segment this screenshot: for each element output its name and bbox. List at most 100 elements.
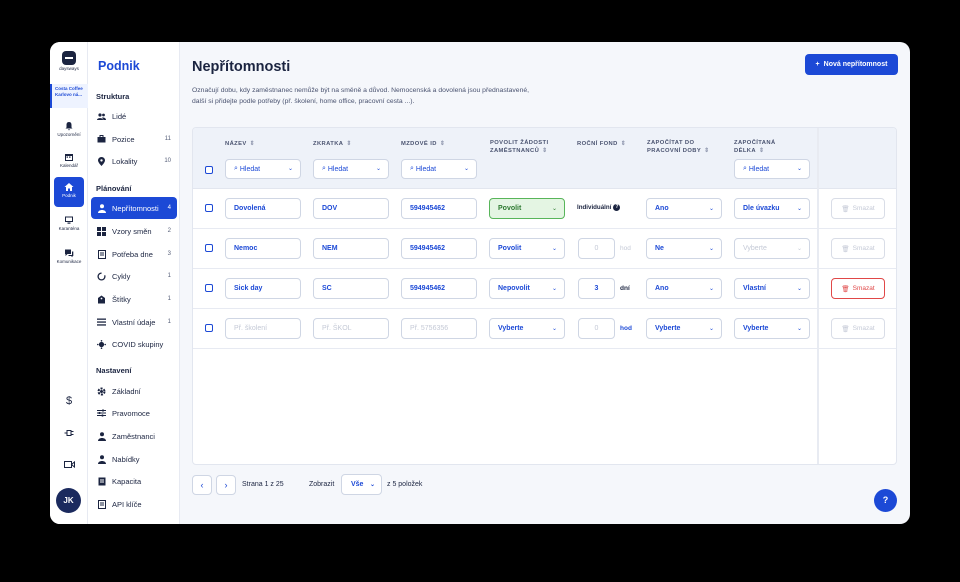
table-row: Sick day SC 594945462 Nepovolit ⌄ 3 dní A…	[193, 269, 896, 309]
length-select[interactable]: Vlastní ⌄	[734, 278, 810, 299]
chevron-down-icon: ⌄	[463, 166, 469, 172]
sidebar-item-pozice[interactable]: Pozice 11	[91, 128, 177, 150]
name-field[interactable]: Nemoc	[225, 238, 301, 259]
column-header-payroll[interactable]: MZDOVÉ ID ⇕	[401, 140, 445, 148]
column-header-count[interactable]: ZAPOČÍTAT DO PRACOVNÍ DOBY ⇕	[647, 139, 723, 155]
user-avatar[interactable]: JK	[56, 488, 81, 513]
sidebar-item-stitky[interactable]: Štítky 1	[91, 288, 177, 310]
row-checkbox[interactable]	[205, 284, 213, 292]
filter-name[interactable]: ⌕ Hledat ⌄	[225, 159, 301, 179]
sidebar-item-label: Pozice	[112, 134, 135, 144]
video-icon[interactable]	[59, 454, 79, 474]
next-page-button[interactable]: ›	[216, 475, 236, 495]
main-content: Nepřítomnosti Označují dobu, kdy zaměstn…	[180, 42, 910, 524]
chevron-down-icon: ⌄	[708, 286, 714, 292]
delete-button[interactable]: 🗑 Smazat	[831, 278, 885, 299]
row-checkbox[interactable]	[205, 204, 213, 212]
name-field[interactable]: Dovolená	[225, 198, 301, 219]
name-field[interactable]: Př. školení	[225, 318, 301, 339]
rail-item-komunikace[interactable]: Komunikace	[54, 243, 84, 273]
fund-value-field[interactable]: 0	[578, 238, 615, 259]
sidebar-item-label: COVID skupiny	[112, 339, 164, 349]
rail-item-karantena[interactable]: Karanténa	[54, 210, 84, 240]
sidebar-item-count: 11	[164, 136, 171, 142]
sidebar-item-kapacita[interactable]: Kapacita	[91, 470, 177, 492]
sidebar-item-pravomoce[interactable]: Pravomoce	[91, 402, 177, 424]
short-field[interactable]: Př. ŠKOL	[313, 318, 389, 339]
payroll-field[interactable]: 594945462	[401, 198, 477, 219]
row-checkbox[interactable]	[205, 324, 213, 332]
rail-label: Podnik	[62, 193, 76, 198]
sidebar-item-nepritomnosti[interactable]: Nepřítomnosti 4	[91, 197, 177, 219]
rail-item-calendar[interactable]: Kalendář	[54, 147, 84, 177]
count-select[interactable]: Vyberte ⌄	[646, 318, 722, 339]
org-switcher[interactable]: Costa Coffee Karlovo ná...	[50, 84, 88, 108]
length-select[interactable]: Dle úvazku ⌄	[734, 198, 810, 219]
column-header-fund[interactable]: ROČNÍ FOND ⇕	[577, 140, 626, 148]
column-header-name[interactable]: NÁZEV ⇕	[225, 140, 255, 148]
action-column-divider	[817, 128, 819, 464]
sidebar-item-covid-skupiny[interactable]: COVID skupiny	[91, 333, 177, 355]
app-logo[interactable]: daysways	[54, 51, 84, 71]
payroll-field[interactable]: 594945462	[401, 278, 477, 299]
delete-button[interactable]: 🗑 Smazat	[831, 238, 885, 259]
allow-select[interactable]: Nepovolit ⌄	[489, 278, 565, 299]
sidebar-item-zakladni[interactable]: Základní	[91, 380, 177, 402]
sidebar-item-vlastni-udaje[interactable]: Vlastní údaje 1	[91, 311, 177, 333]
allow-select[interactable]: Povolit ⌄	[489, 198, 565, 219]
filter-payroll[interactable]: ⌕ Hledat ⌄	[401, 159, 477, 179]
sidebar-item-cykly[interactable]: Cykly 1	[91, 265, 177, 287]
column-header-short[interactable]: ZKRATKA ⇕	[313, 140, 352, 148]
page-indicator: Strana 1 z 25	[242, 481, 284, 488]
plug-shape	[64, 430, 74, 436]
sidebar-item-api-klice[interactable]: API klíče	[91, 493, 177, 515]
sidebar-item-nabidky[interactable]: Nabídky	[91, 448, 177, 470]
fund-value-field[interactable]: 0	[578, 318, 615, 339]
sidebar-item-label: API klíče	[112, 499, 142, 509]
rail-item-podnik[interactable]: Podnik	[54, 177, 84, 207]
icon-rail: daysways Costa Coffee Karlovo ná... Upoz…	[50, 42, 88, 524]
length-select[interactable]: Vyberte ⌄	[734, 318, 810, 339]
short-field[interactable]: NEM	[313, 238, 389, 259]
dollar-icon[interactable]: $	[59, 391, 79, 411]
page-size-select[interactable]: Vše ⌄	[341, 474, 382, 495]
rail-item-notifications[interactable]: Upozornění	[54, 116, 84, 146]
select-all-checkbox[interactable]	[205, 166, 213, 174]
briefcase-icon	[97, 135, 106, 144]
column-header-allow[interactable]: POVOLIT ŽÁDOSTI ZAMĚSTNANCŮ ⇕	[490, 139, 568, 155]
chevron-down-icon: ⌄	[796, 246, 802, 252]
sidebar-item-lide[interactable]: Lidé	[91, 105, 177, 127]
short-field[interactable]: SC	[313, 278, 389, 299]
count-select[interactable]: Ano ⌄	[646, 278, 722, 299]
sidebar-item-lokality[interactable]: Lokality 10	[91, 150, 177, 172]
sidebar-item-vzory-smen[interactable]: Vzory směn 2	[91, 220, 177, 242]
sidebar-item-count: 3	[167, 251, 171, 257]
fund-text: Individuální?	[577, 204, 621, 212]
count-select[interactable]: Ne ⌄	[646, 238, 722, 259]
person-icon	[97, 203, 106, 213]
sidebar-item-zamestnanci[interactable]: Zaměstnanci	[91, 425, 177, 447]
section-nastaveni: Nastavení	[96, 366, 132, 375]
location-pin-icon	[97, 156, 106, 166]
chevron-down-icon: ⌄	[796, 206, 802, 212]
column-header-length[interactable]: ZAPOČÍTANÁ DÉLKA ⇕	[734, 139, 796, 155]
fund-value-field[interactable]: 3	[578, 278, 615, 299]
sidebar-item-potreba-dne[interactable]: Potřeba dne 3	[91, 243, 177, 265]
delete-button[interactable]: 🗑 Smazat	[831, 318, 885, 339]
new-absence-button[interactable]: + Nová nepřítomnost	[805, 54, 898, 75]
name-field[interactable]: Sick day	[225, 278, 301, 299]
help-button[interactable]: ?	[874, 489, 897, 512]
delete-button[interactable]: 🗑 Smazat	[831, 198, 885, 219]
allow-select[interactable]: Vyberte ⌄	[489, 318, 565, 339]
prev-page-button[interactable]: ‹	[192, 475, 212, 495]
filter-short[interactable]: ⌕ Hledat ⌄	[313, 159, 389, 179]
filter-length[interactable]: ⌕ Hledat ⌄	[734, 159, 810, 179]
length-select[interactable]: Vyberte ⌄	[734, 238, 810, 259]
allow-select[interactable]: Povolit ⌄	[489, 238, 565, 259]
short-field[interactable]: DOV	[313, 198, 389, 219]
count-select[interactable]: Ano ⌄	[646, 198, 722, 219]
payroll-field[interactable]: 594945462	[401, 238, 477, 259]
payroll-field[interactable]: Př. 5756356	[401, 318, 477, 339]
row-checkbox[interactable]	[205, 244, 213, 252]
plug-icon[interactable]	[59, 423, 79, 443]
